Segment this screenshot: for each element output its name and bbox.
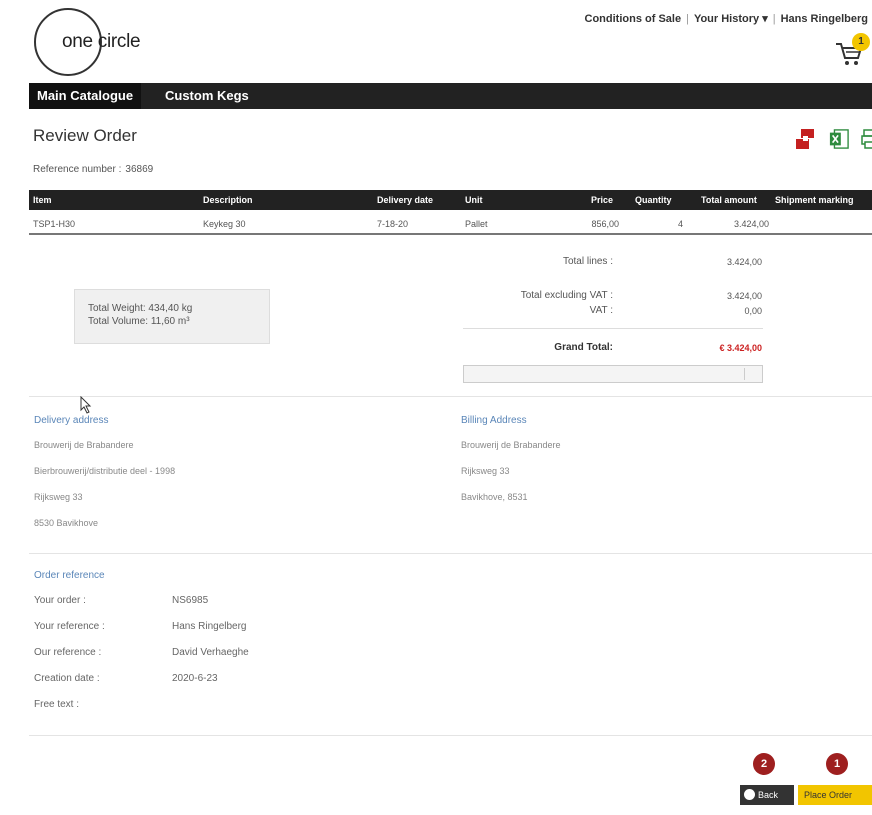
step-badge-place-order: 1 [826,753,848,775]
excel-icon[interactable] [829,127,849,151]
col-delivery-date: Delivery date [377,195,434,205]
billing-address-line: Rijksweg 33 [461,466,510,476]
back-arrow-icon [744,789,755,800]
promo-apply-button[interactable] [744,368,758,380]
total-excl-vat-label: Total excluding VAT : [520,290,613,301]
your-order-value: NS6985 [172,595,209,606]
col-item: Item [33,195,52,205]
place-order-label: Place Order [804,790,853,800]
our-reference-label: Our reference : [34,647,102,658]
cell-item: TSP1-H30 [33,219,76,229]
cell-delivery-date: 7-18-20 [377,219,409,229]
reference-label: Reference number : [33,164,122,175]
billing-address-line: Bavikhove, 8531 [461,492,528,502]
step-badge-back: 2 [753,753,775,775]
nav-custom-kegs[interactable]: Custom Kegs [157,83,257,109]
order-table-header: Item Description Delivery date Unit Pric… [29,190,872,210]
back-button[interactable]: Back [740,785,794,805]
total-lines-value: 3.424,00 [726,257,762,267]
promo-code-field[interactable] [463,365,763,383]
reference-number: Reference number :36869 [33,164,153,175]
cell-description: Keykeg 30 [203,219,246,229]
total-weight: Total Weight: 434,40 kg [88,303,193,314]
creation-date-label: Creation date : [34,673,100,684]
your-order-label: Your order : [34,595,86,606]
order-reference-title: Order reference [34,570,105,581]
delivery-address-line: 8530 Bavikhove [34,518,99,528]
total-excl-vat-value: 3.424,00 [726,291,762,301]
totals-divider [463,328,763,329]
billing-address-title: Billing Address [461,415,527,426]
creation-date-value: 2020-6-23 [172,673,218,684]
grand-total-value: € 3.424,00 [719,343,762,353]
conditions-link[interactable]: Conditions of Sale [585,13,682,25]
cart-count-badge: 1 [852,33,870,51]
col-description: Description [203,195,253,205]
col-price: Price [591,195,614,205]
place-order-button[interactable]: Place Order [798,785,872,805]
reference-value: 36869 [125,164,154,175]
col-unit: Unit [465,195,483,205]
delivery-address-title: Delivery address [34,415,109,426]
page-title: Review Order [33,126,137,145]
weight-volume-box: Total Weight: 434,40 kg Total Volume: 11… [74,289,270,344]
table-row: TSP1-H30 Keykeg 30 7-18-20 Pallet 856,00… [29,213,872,235]
col-shipment-marking: Shipment marking [775,195,854,205]
free-text-label: Free text : [34,699,80,710]
history-menu[interactable]: Your History ▾ [694,12,768,25]
divider [29,553,872,554]
print-icon[interactable] [858,127,872,151]
col-quantity: Quantity [635,195,672,205]
cell-quantity: 4 [677,219,683,229]
delivery-address-line: Rijksweg 33 [34,492,83,502]
our-reference-value: David Verhaeghe [172,647,249,658]
pdf-icon[interactable] [795,127,815,151]
col-total-amount: Total amount [701,195,757,205]
delivery-address-line: Bierbrouwerij/distributie deel - 1998 [34,466,176,476]
chevron-down-icon: ▾ [762,13,768,25]
grand-total-label: Grand Total: [554,342,613,353]
main-navbar: Main Catalogue Custom Kegs [29,83,872,109]
divider [29,735,872,736]
top-links: Conditions of Sale | Your History ▾ | Hans R… [584,12,868,25]
back-button-label: Back [758,790,779,800]
cell-total-amount: 3.424,00 [733,219,769,229]
vat-label: VAT : [589,305,613,316]
nav-main-catalogue[interactable]: Main Catalogue [29,83,142,109]
billing-address-line: Brouwerij de Brabandere [461,440,561,450]
cell-price: 856,00 [591,219,619,229]
mouse-cursor-icon [80,396,92,414]
logo-text: one circle [62,31,141,52]
user-menu[interactable]: Hans Ringelberg [781,13,868,25]
cell-unit: Pallet [465,219,488,229]
total-lines-label: Total lines : [562,256,613,267]
your-reference-value: Hans Ringelberg [172,621,247,632]
your-reference-label: Your reference : [34,621,105,632]
divider [29,396,872,397]
vat-value: 0,00 [744,306,762,316]
total-volume: Total Volume: 11,60 m³ [88,316,190,327]
delivery-address-line: Brouwerij de Brabandere [34,440,134,450]
